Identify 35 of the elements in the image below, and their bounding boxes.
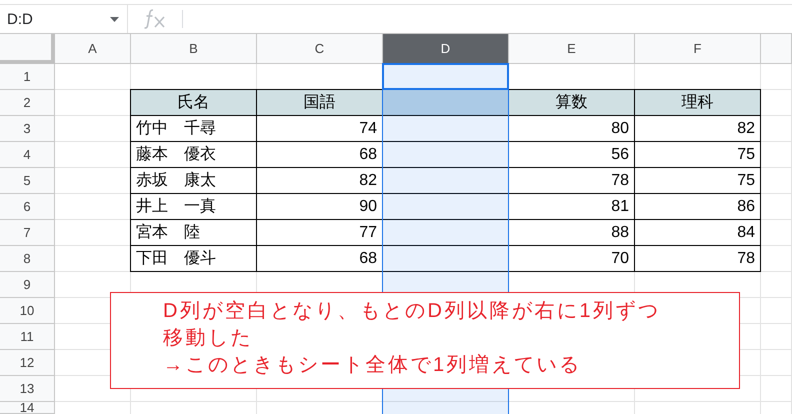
name-box[interactable]: D:D [0,5,128,33]
table-cell: 78 [634,245,761,272]
callout-text: D列が空白となり、もとのD列以降が右に1列ずつ [163,299,661,324]
caret-icon [110,16,119,22]
row-header[interactable]: 14 [0,402,55,414]
callout-text: 移動した [163,326,253,351]
row-header[interactable]: 12 [0,350,55,376]
column-header[interactable] [761,34,792,64]
row-header[interactable]: 10 [0,298,55,324]
row-header[interactable]: 4 [0,142,55,168]
select-all-corner[interactable] [0,34,55,64]
table-cell: 下田 優斗 [130,245,257,272]
column-header[interactable]: B [131,34,257,64]
row-header[interactable]: 7 [0,220,55,246]
row-header[interactable]: 6 [0,194,55,220]
row-header[interactable]: 11 [0,324,55,350]
column-heading: 理科 [634,89,761,116]
column-heading: 氏名 [130,89,257,116]
row-header[interactable]: 8 [0,246,55,272]
row-header[interactable]: 9 [0,272,55,298]
column-header[interactable]: E [509,34,635,64]
row-header[interactable]: 5 [0,168,55,194]
row-header[interactable]: 3 [0,116,55,142]
function-icon [144,9,166,29]
column-header[interactable]: D [383,34,509,64]
column-heading: 算数 [508,89,635,116]
column-heading: 国語 [256,89,383,116]
active-cell[interactable] [382,63,509,90]
row-header[interactable]: 1 [0,64,55,90]
row-header[interactable]: 13 [0,376,55,402]
column-header[interactable]: F [635,34,761,64]
column-header[interactable]: C [257,34,383,64]
row-header[interactable]: 2 [0,90,55,116]
column-header[interactable]: A [55,34,131,64]
callout-text: →このときもシート全体で1列増えている [163,352,582,378]
